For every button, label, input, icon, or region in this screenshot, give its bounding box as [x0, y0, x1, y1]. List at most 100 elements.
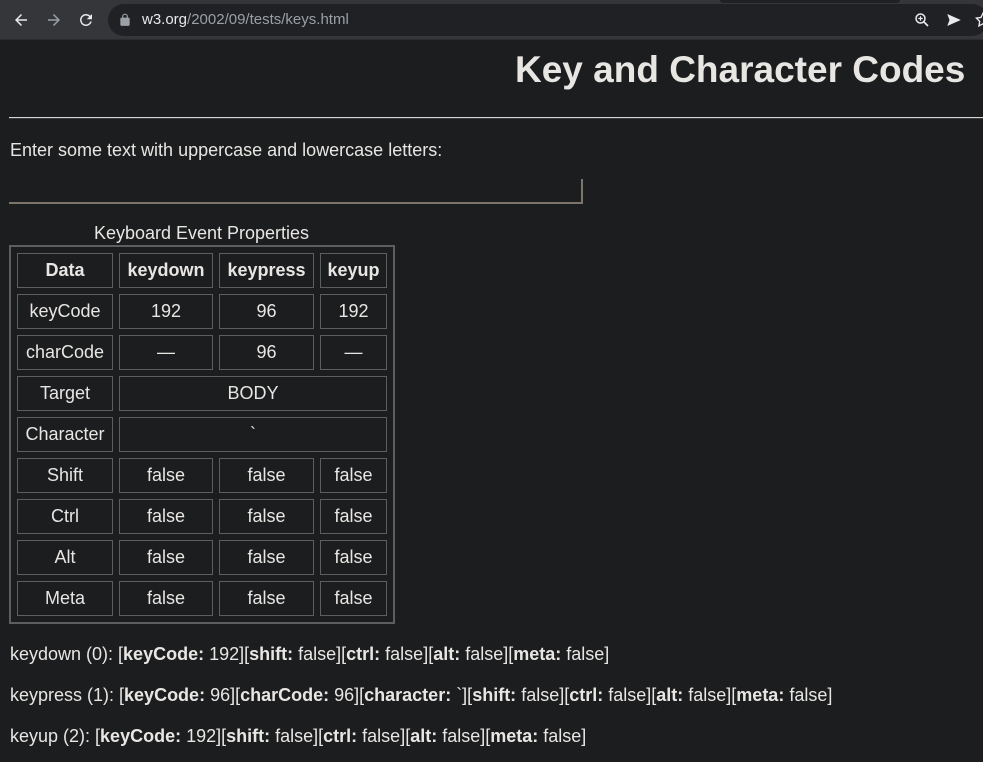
- address-bar[interactable]: w3.org/2002/09/tests/keys.html: [108, 4, 983, 36]
- log-key: charCode:: [240, 685, 330, 705]
- page-content: Key and Character Codes Enter some text …: [0, 40, 983, 762]
- forward-arrow-icon: [48, 14, 60, 26]
- log-prefix: keydown (0): [: [10, 644, 124, 664]
- log-value: false]: [538, 726, 587, 746]
- input-prompt: Enter some text with uppercase and lower…: [10, 140, 443, 160]
- log-value: 192][: [204, 644, 250, 664]
- header-keydown: keydown: [119, 253, 213, 288]
- log-value: false][: [683, 685, 737, 705]
- table-row: Alt false false false: [17, 540, 387, 575]
- browser-toolbar: w3.org/2002/09/tests/keys.html: [0, 0, 983, 40]
- table-row: Character `: [17, 417, 387, 452]
- cell-keypress: false: [219, 540, 314, 575]
- header-keypress: keypress: [219, 253, 314, 288]
- row-label: keyCode: [17, 294, 113, 329]
- cell-keyup: false: [320, 581, 387, 616]
- table-row: Meta false false false: [17, 581, 387, 616]
- log-key: keyCode:: [123, 644, 205, 664]
- cell-keyup: false: [320, 458, 387, 493]
- reload-icon: [80, 13, 92, 26]
- cell-keydown: —: [119, 335, 213, 370]
- tab-strip-edge: [720, 0, 900, 3]
- log-value: false]: [784, 685, 833, 705]
- log-key: ctrl:: [346, 644, 381, 664]
- bookmark-button[interactable]: [974, 11, 983, 29]
- lock-icon: [120, 13, 130, 26]
- row-label: Alt: [17, 540, 113, 575]
- table-row: Target BODY: [17, 376, 387, 411]
- log-key: meta:: [736, 685, 785, 705]
- cell-keydown: false: [119, 540, 213, 575]
- keyboard-event-table: Data keydown keypress keyup keyCode 192 …: [9, 245, 395, 624]
- header-data: Data: [17, 253, 113, 288]
- log-key: shift:: [249, 644, 294, 664]
- log-key: character:: [364, 685, 452, 705]
- row-label: Shift: [17, 458, 113, 493]
- cell-character-value: `: [119, 417, 387, 452]
- log-key: alt:: [410, 726, 438, 746]
- cell-keypress: 96: [219, 335, 314, 370]
- log-value: false][: [460, 644, 514, 664]
- log-key: alt:: [433, 644, 461, 664]
- send-button[interactable]: [945, 11, 963, 29]
- cell-keydown: 192: [119, 294, 213, 329]
- log-prefix: keypress (1): [: [10, 685, 125, 705]
- table-row: Shift false false false: [17, 458, 387, 493]
- row-label: Ctrl: [17, 499, 113, 534]
- log-value: false]: [561, 644, 610, 664]
- log-key: shift:: [226, 726, 271, 746]
- table-caption: Keyboard Event Properties: [93, 223, 310, 243]
- log-value: `][: [451, 685, 473, 705]
- text-input[interactable]: [9, 179, 583, 204]
- back-arrow-icon: [15, 14, 27, 26]
- horizontal-rule: [9, 117, 983, 119]
- log-value: false][: [293, 644, 347, 664]
- log-value: false][: [437, 726, 491, 746]
- url-text[interactable]: w3.org/2002/09/tests/keys.html: [142, 11, 349, 29]
- cell-keypress: 96: [219, 294, 314, 329]
- log-value: false][: [603, 685, 657, 705]
- url-path: /2002/09/tests/keys.html: [187, 11, 349, 28]
- cell-keyup: false: [320, 499, 387, 534]
- send-icon: [947, 14, 961, 26]
- table-row: Ctrl false false false: [17, 499, 387, 534]
- cell-keydown: false: [119, 499, 213, 534]
- log-value: false][: [516, 685, 570, 705]
- row-label: Character: [17, 417, 113, 452]
- log-value: 192][: [181, 726, 227, 746]
- log-keydown: keydown (0): [keyCode: 192][shift: false…: [10, 644, 609, 664]
- table-header-row: Data keydown keypress keyup: [17, 253, 387, 288]
- log-key: meta:: [513, 644, 562, 664]
- log-key: meta:: [490, 726, 539, 746]
- cell-keydown: false: [119, 581, 213, 616]
- star-icon: [974, 11, 983, 28]
- cell-keypress: false: [219, 458, 314, 493]
- log-key: ctrl:: [323, 726, 358, 746]
- cell-keypress: false: [219, 499, 314, 534]
- table-row: keyCode 192 96 192: [17, 294, 387, 329]
- log-value: 96][: [205, 685, 241, 705]
- cell-keydown: false: [119, 458, 213, 493]
- log-key: shift:: [472, 685, 517, 705]
- cell-keyup: —: [320, 335, 387, 370]
- table-row: charCode — 96 —: [17, 335, 387, 370]
- log-prefix: keyup (2): [: [10, 726, 101, 746]
- cell-keyup: false: [320, 540, 387, 575]
- log-key: keyCode:: [100, 726, 182, 746]
- log-key: ctrl:: [569, 685, 604, 705]
- forward-button[interactable]: [42, 8, 66, 32]
- reload-button[interactable]: [74, 8, 98, 32]
- log-key: alt:: [656, 685, 684, 705]
- row-label: Meta: [17, 581, 113, 616]
- cell-keyup: 192: [320, 294, 387, 329]
- log-value: false][: [357, 726, 411, 746]
- row-label: charCode: [17, 335, 113, 370]
- log-value: 96][: [329, 685, 365, 705]
- page-title: Key and Character Codes: [515, 49, 966, 90]
- zoom-button[interactable]: [913, 11, 931, 29]
- back-button[interactable]: [9, 8, 33, 32]
- zoom-icon: [915, 13, 929, 27]
- header-keyup: keyup: [320, 253, 387, 288]
- log-value: false][: [270, 726, 324, 746]
- row-label: Target: [17, 376, 113, 411]
